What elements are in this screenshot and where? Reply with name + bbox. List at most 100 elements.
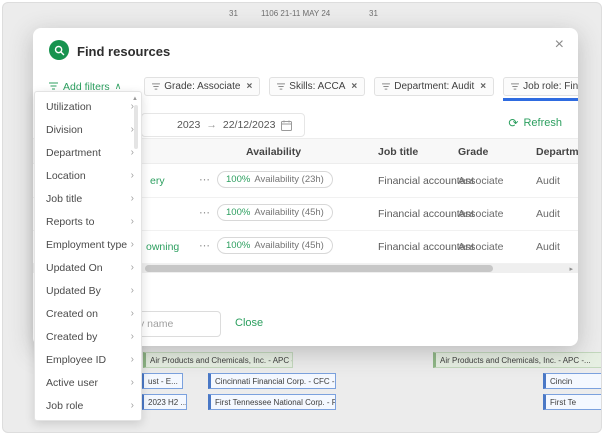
timeline-label: 1106 21-11 MAY 24	[261, 9, 331, 18]
menu-item-updated-by[interactable]: Updated By ›	[35, 279, 141, 302]
calendar-icon	[281, 120, 293, 131]
menu-item-job-title[interactable]: Job title ›	[35, 187, 141, 210]
column-header-availability: Availability	[246, 146, 302, 158]
filter-chip-label: Department: Audit	[394, 81, 475, 92]
filter-chip-label: Skills: ACCA	[289, 81, 346, 92]
department-cell: Audit	[536, 175, 560, 187]
column-header-job-title: Job title	[378, 146, 419, 158]
menu-item-department[interactable]: Department ›	[35, 141, 141, 164]
menu-item-label: Utilization	[46, 100, 92, 113]
search-icon	[49, 40, 69, 60]
start-date: 2023	[177, 119, 201, 131]
chevron-right-icon: ›	[130, 354, 134, 365]
horizontal-scrollbar-thumb[interactable]	[145, 265, 493, 272]
menu-item-updated-on[interactable]: Updated On ›	[35, 256, 141, 279]
availability-badge: 100% Availability (45h)	[217, 204, 333, 221]
chevron-right-icon: ›	[130, 193, 134, 204]
menu-item-reports-to[interactable]: Reports to ›	[35, 210, 141, 233]
gantt-bar: Cincinnati Financial Corp. - CFC - 20...	[208, 373, 336, 389]
filter-icon	[382, 83, 391, 90]
refresh-button[interactable]: ⟳ Refresh	[508, 116, 562, 130]
gantt-bar: Air Products and Chemicals, Inc. - APC -…	[143, 352, 293, 368]
menu-item-location[interactable]: Location ›	[35, 164, 141, 187]
refresh-label: Refresh	[523, 117, 562, 129]
filter-icon	[511, 83, 520, 90]
row-menu-icon[interactable]: ⋯	[199, 239, 211, 252]
timeline-label: 31	[369, 9, 378, 18]
menu-item-label: Updated On	[46, 261, 103, 274]
filter-chip-department[interactable]: Department: Audit ×	[374, 77, 495, 96]
menu-item-division[interactable]: Division ›	[35, 118, 141, 141]
availability-percent: 100%	[226, 207, 251, 218]
app-background: 31 1106 21-11 MAY 24 31 Air Products and…	[2, 2, 602, 433]
close-icon[interactable]: ×	[351, 81, 357, 92]
menu-item-label: Updated By	[46, 284, 101, 297]
chevron-right-icon: ›	[130, 377, 134, 388]
menu-item-label: Active user	[46, 376, 98, 389]
filter-chip-label: Job role: Financial accountant	[523, 81, 578, 92]
menu-item-created-on[interactable]: Created on ›	[35, 302, 141, 325]
menu-item-label: Job title	[46, 192, 83, 205]
gantt-bar: 2023 H2 ...	[141, 394, 187, 410]
gantt-bar: First Te	[543, 394, 601, 410]
menu-item-label: Division	[46, 123, 83, 136]
menu-item-job-role[interactable]: Job role ›	[35, 394, 141, 417]
chevron-right-icon: ›	[130, 124, 134, 135]
menu-item-active-user[interactable]: Active user ›	[35, 371, 141, 394]
date-range-picker[interactable]: 2023 → 22/12/2023	[141, 113, 305, 137]
chevron-right-icon: ›	[130, 170, 134, 181]
arrow-right-icon: →	[206, 119, 217, 131]
availability-hours: Availability (45h)	[254, 207, 324, 218]
gantt-bar: Air Products and Chemicals, Inc. - APC -…	[433, 352, 601, 368]
row-menu-icon[interactable]: ⋯	[199, 173, 211, 186]
menu-item-label: Created by	[46, 330, 98, 343]
resource-name-link[interactable]: owning	[146, 241, 179, 253]
chevron-right-icon: ›	[130, 239, 134, 250]
scroll-right-icon[interactable]: ▸	[569, 265, 573, 273]
menu-item-label: Employee ID	[46, 353, 107, 366]
gantt-bar: First Tennessee National Corp. - FTN ...	[208, 394, 336, 410]
close-icon[interactable]: ×	[555, 36, 564, 54]
close-icon[interactable]: ×	[246, 81, 252, 92]
department-cell: Audit	[536, 241, 560, 253]
row-menu-icon[interactable]: ⋯	[199, 206, 211, 219]
chevron-right-icon: ›	[130, 262, 134, 273]
menu-item-created-by[interactable]: Created by ›	[35, 325, 141, 348]
grade-cell: Associate	[458, 241, 504, 253]
close-icon[interactable]: ×	[480, 81, 486, 92]
chevron-right-icon: ›	[130, 101, 134, 112]
filter-icon	[152, 83, 161, 90]
chevron-right-icon: ›	[130, 400, 134, 411]
menu-item-employment-type[interactable]: Employment type ›	[35, 233, 141, 256]
chevron-right-icon: ›	[130, 308, 134, 319]
filter-icon	[277, 83, 286, 90]
close-button[interactable]: Close	[235, 317, 263, 329]
chevron-right-icon: ›	[130, 216, 134, 227]
availability-badge: 100% Availability (45h)	[217, 237, 333, 254]
timeline-label: 31	[229, 9, 238, 18]
chevron-right-icon: ›	[130, 147, 134, 158]
availability-percent: 100%	[226, 174, 251, 185]
chevron-right-icon: ›	[130, 285, 134, 296]
menu-item-label: Location	[46, 169, 86, 182]
gantt-bar: ust - E...	[141, 373, 183, 389]
department-cell: Audit	[536, 208, 560, 220]
availability-badge: 100% Availability (23h)	[217, 171, 333, 188]
availability-hours: Availability (45h)	[254, 240, 324, 251]
filter-chip-skills[interactable]: Skills: ACCA ×	[269, 77, 366, 96]
menu-item-utilization[interactable]: Utilization ›	[35, 95, 141, 118]
filter-chip-grade[interactable]: Grade: Associate ×	[144, 77, 261, 96]
availability-hours: Availability (23h)	[254, 174, 324, 185]
add-filters-menu: ▲ Utilization › Division › Department › Loc…	[34, 91, 142, 421]
menu-item-label: Job role	[46, 399, 84, 412]
end-date: 22/12/2023	[222, 119, 276, 131]
gantt-bar: Cincin	[543, 373, 601, 389]
refresh-icon: ⟳	[508, 116, 519, 130]
filter-chip-job-role[interactable]: Job role: Financial accountant ×	[503, 77, 578, 101]
grade-cell: Associate	[458, 175, 504, 187]
menu-item-employee-id[interactable]: Employee ID ›	[35, 348, 141, 371]
column-header-department: Department	[536, 146, 578, 158]
resource-name-link[interactable]: ery	[150, 175, 165, 187]
menu-item-label: Department	[46, 146, 101, 159]
modal-title: Find resources	[77, 44, 171, 59]
